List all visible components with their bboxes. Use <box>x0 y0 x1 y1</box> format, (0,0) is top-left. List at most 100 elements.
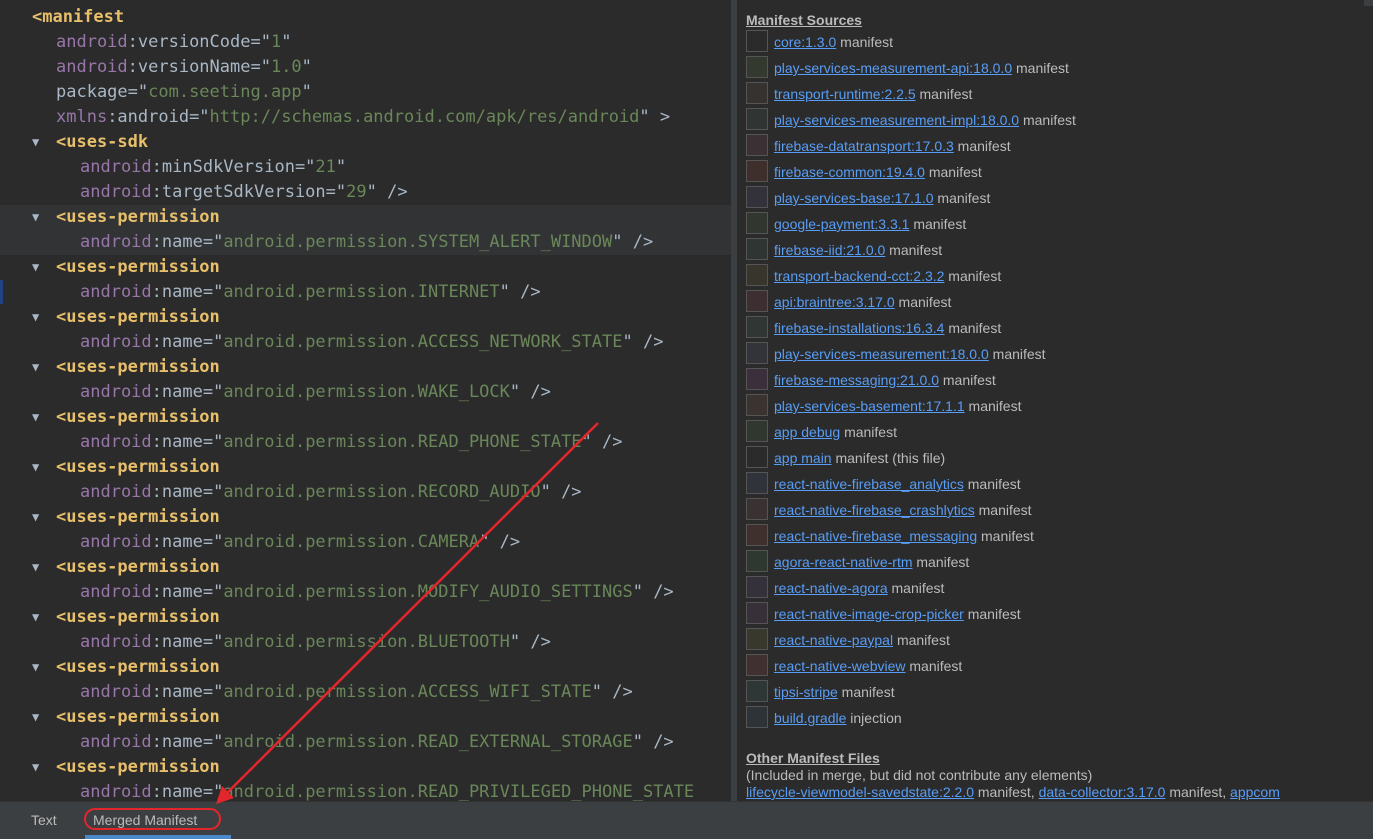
code-text: " /> <box>540 482 582 502</box>
source-link[interactable]: firebase-datatransport:17.0.3 <box>774 138 954 154</box>
source-link[interactable]: firebase-common:19.4.0 <box>774 164 925 180</box>
attr-value: android.permission.ACCESS_NETWORK_STATE <box>223 332 623 352</box>
fold-toggle-icon[interactable]: ▼ <box>32 255 46 280</box>
source-text: agora-react-native-rtm manifest <box>774 550 969 574</box>
color-swatch <box>746 602 768 624</box>
source-suffix: manifest <box>885 242 943 258</box>
attr-value: android.permission.WAKE_LOCK <box>223 382 510 402</box>
fold-toggle-icon[interactable]: ▼ <box>32 505 46 530</box>
attr-value: android.permission.MODIFY_AUDIO_SETTINGS <box>223 582 633 602</box>
color-swatch <box>746 654 768 676</box>
fold-toggle-icon[interactable]: ▼ <box>32 455 46 480</box>
other-file-link[interactable]: appcom <box>1230 784 1280 800</box>
xml-tag: <uses-permission <box>56 757 220 777</box>
code-text: :name=" <box>151 582 224 602</box>
attr-value: 21 <box>315 157 336 177</box>
fold-toggle-icon[interactable]: ▼ <box>32 205 46 230</box>
source-link[interactable]: firebase-messaging:21.0.0 <box>774 372 939 388</box>
source-link[interactable]: react-native-firebase_crashlytics <box>774 502 975 518</box>
source-link[interactable]: api:braintree:3.17.0 <box>774 294 895 310</box>
source-link[interactable]: transport-backend-cct:2.3.2 <box>774 268 944 284</box>
source-suffix: manifest <box>893 632 950 648</box>
code-text: :name=" <box>151 682 224 702</box>
source-link[interactable]: react-native-image-crop-picker <box>774 606 964 622</box>
source-link[interactable]: tipsi-stripe <box>774 684 838 700</box>
code-line: <uses-permission <box>56 255 220 280</box>
attr-value: android.permission.CAMERA <box>223 532 480 552</box>
source-suffix: manifest <box>909 216 967 232</box>
other-file-link[interactable]: data-collector:3.17.0 <box>1039 784 1166 800</box>
attr-namespace: android <box>80 782 152 801</box>
source-text: play-services-measurement-impl:18.0.0 ma… <box>774 108 1076 132</box>
source-text: transport-backend-cct:2.3.2 manifest <box>774 264 1001 288</box>
xml-editor[interactable]: <manifest android:versionCode="1" android:… <box>0 0 731 801</box>
code-text: :name=" <box>151 782 224 801</box>
code-line: android:name="android.permission.READ_PR… <box>80 780 694 801</box>
tab-text[interactable]: Text <box>31 812 57 828</box>
fold-toggle-icon[interactable]: ▼ <box>32 130 46 155</box>
code-line: android:name="android.permission.ACCESS_… <box>80 680 633 705</box>
source-link[interactable]: react-native-webview <box>774 658 906 674</box>
source-suffix: injection <box>846 710 902 726</box>
source-link[interactable]: react-native-firebase_analytics <box>774 476 964 492</box>
fold-toggle-icon[interactable]: ▼ <box>32 355 46 380</box>
source-link[interactable]: app main <box>774 450 832 466</box>
source-suffix: manifest <box>836 34 894 50</box>
attr-namespace: android <box>80 732 152 752</box>
attr-value: android.permission.READ_PHONE_STATE <box>223 432 582 452</box>
source-link[interactable]: build.gradle <box>774 710 846 726</box>
code-line: <uses-permission <box>56 505 220 530</box>
xml-tag: <uses-permission <box>56 257 220 277</box>
xml-tag: <uses-permission <box>56 707 220 727</box>
source-link[interactable]: play-services-measurement-api:18.0.0 <box>774 60 1012 76</box>
source-link[interactable]: play-services-measurement:18.0.0 <box>774 346 989 362</box>
other-file-link[interactable]: lifecycle-viewmodel-savedstate:2.2.0 <box>746 784 974 800</box>
source-suffix: manifest <box>837 684 895 700</box>
attr-namespace: android <box>80 632 152 652</box>
source-link[interactable]: play-services-base:17.1.0 <box>774 190 934 206</box>
source-link[interactable]: transport-runtime:2.2.5 <box>774 86 916 102</box>
source-text: transport-runtime:2.2.5 manifest <box>774 82 972 106</box>
source-link[interactable]: play-services-measurement-impl:18.0.0 <box>774 112 1019 128</box>
color-swatch <box>746 264 768 286</box>
code-text: :name=" <box>151 532 224 552</box>
attr-value: android.permission.ACCESS_WIFI_STATE <box>223 682 592 702</box>
source-text: build.gradle injection <box>774 706 902 730</box>
source-suffix: manifest <box>887 580 945 596</box>
attr-value: android.permission.SYSTEM_ALERT_WINDOW <box>223 232 613 252</box>
attr-namespace: android <box>56 57 128 77</box>
source-link[interactable]: react-native-paypal <box>774 632 893 648</box>
code-line: android:name="android.permission.READ_PH… <box>80 430 623 455</box>
source-link[interactable]: google-payment:3.3.1 <box>774 216 909 232</box>
fold-toggle-icon[interactable]: ▼ <box>32 555 46 580</box>
fold-toggle-icon[interactable]: ▼ <box>32 605 46 630</box>
other-file-suffix: manifest, <box>1165 784 1231 800</box>
xml-tag: <uses-permission <box>56 357 220 377</box>
source-link[interactable]: app debug <box>774 424 840 440</box>
source-link[interactable]: agora-react-native-rtm <box>774 554 913 570</box>
code-line: <uses-permission <box>56 605 220 630</box>
fold-toggle-icon[interactable]: ▼ <box>32 755 46 780</box>
source-link[interactable]: core:1.3.0 <box>774 34 836 50</box>
source-link[interactable]: react-native-firebase_messaging <box>774 528 977 544</box>
panel-corner <box>1364 0 1373 6</box>
fold-toggle-icon[interactable]: ▼ <box>32 655 46 680</box>
source-link[interactable]: play-services-basement:17.1.1 <box>774 398 965 414</box>
source-text: firebase-installations:16.3.4 manifest <box>774 316 1001 340</box>
code-text: :name=" <box>151 232 224 252</box>
fold-toggle-icon[interactable]: ▼ <box>32 405 46 430</box>
attr-value: http://schemas.android.com/apk/res/andro… <box>209 107 640 127</box>
fold-toggle-icon[interactable]: ▼ <box>32 305 46 330</box>
fold-toggle-icon[interactable]: ▼ <box>32 705 46 730</box>
source-text: app debug manifest <box>774 420 897 444</box>
source-text: google-payment:3.3.1 manifest <box>774 212 966 236</box>
code-line: <uses-permission <box>56 305 220 330</box>
source-suffix: manifest <box>988 346 1046 362</box>
source-suffix: manifest <box>1019 112 1076 128</box>
source-suffix: manifest (this file) <box>831 450 946 466</box>
other-file-suffix: manifest, <box>974 784 1039 800</box>
source-link[interactable]: firebase-iid:21.0.0 <box>774 242 885 258</box>
source-link[interactable]: firebase-installations:16.3.4 <box>774 320 944 336</box>
source-link[interactable]: react-native-agora <box>774 580 888 596</box>
source-suffix: manifest <box>963 476 1021 492</box>
